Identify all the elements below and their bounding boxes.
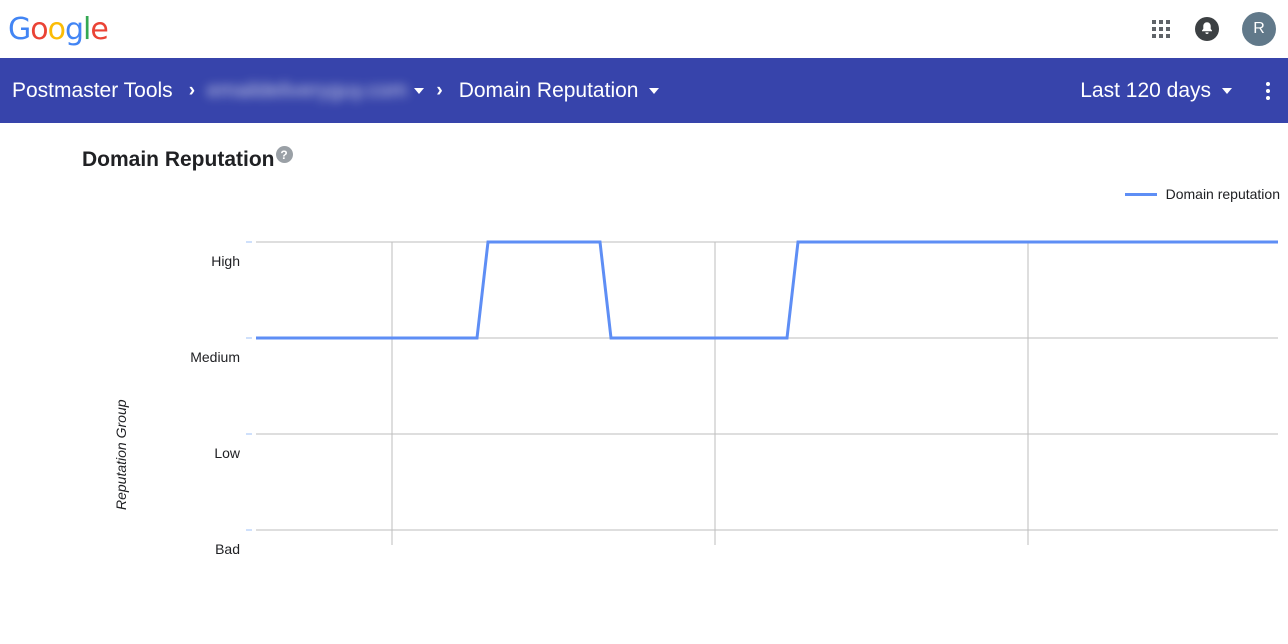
logo-letter-5: e	[90, 11, 108, 47]
chart-plot-svg	[246, 240, 1278, 545]
chevron-down-icon-domain	[414, 87, 425, 94]
kebab-dot	[1266, 88, 1270, 93]
logo-letter-0: G	[8, 11, 31, 47]
series-line-domain-reputation	[256, 240, 1278, 340]
date-range-label: Last 120 days	[1080, 78, 1211, 102]
avatar-initial: R	[1253, 20, 1265, 37]
breadcrumb-domain-selector[interactable]: emaildeliveryguy.com	[207, 78, 425, 103]
apps-dot	[1152, 27, 1156, 31]
chevron-down-icon-daterange	[1222, 87, 1232, 94]
header-actions: R	[1150, 0, 1276, 58]
domain-reputation-chart: Domain reputation Reputation Group High …	[0, 170, 1288, 590]
apps-dot	[1159, 20, 1163, 24]
apps-dot	[1166, 20, 1170, 24]
google-logo[interactable]: Google	[8, 11, 109, 47]
horizontal-gridlines	[256, 241, 1278, 531]
breadcrumb-navbar: Postmaster Tools › emaildeliveryguy.com …	[0, 58, 1288, 123]
apps-dot	[1166, 27, 1170, 31]
breadcrumb-section-label: Domain Reputation	[458, 78, 639, 102]
chevron-down-icon-section	[649, 87, 660, 94]
apps-dot	[1166, 34, 1170, 38]
kebab-dot	[1266, 81, 1270, 86]
date-range-selector[interactable]: Last 120 days	[1076, 79, 1232, 103]
bell-icon[interactable]	[1194, 16, 1220, 42]
breadcrumb-section-selector[interactable]: Domain Reputation	[455, 79, 660, 103]
breadcrumb-domain-label: emaildeliveryguy.com	[207, 78, 408, 102]
apps-grid-icon[interactable]	[1150, 18, 1172, 40]
kebab-dot	[1266, 95, 1270, 100]
chevron-right-icon-1: ›	[188, 79, 196, 101]
logo-letter-1: o	[30, 11, 48, 47]
navbar-right-actions: Last 120 days	[1076, 58, 1278, 123]
apps-dot	[1152, 34, 1156, 38]
apps-dot	[1159, 34, 1163, 38]
breadcrumb-product[interactable]: Postmaster Tools	[8, 79, 177, 103]
y-axis-ticks	[246, 241, 252, 531]
page-title-row: Domain Reputation ?	[82, 146, 1288, 171]
chevron-right-icon-2: ›	[436, 79, 443, 101]
logo-letter-3: g	[64, 11, 84, 47]
kebab-menu-icon[interactable]	[1258, 80, 1278, 102]
avatar[interactable]: R	[1242, 12, 1276, 46]
help-icon[interactable]: ?	[275, 146, 293, 163]
page-title: Domain Reputation	[82, 148, 275, 171]
apps-dot	[1152, 20, 1156, 24]
logo-letter-2: o	[47, 11, 66, 47]
google-header-bar: Google R	[0, 0, 1288, 58]
apps-dot	[1159, 27, 1163, 31]
vertical-gridlines	[391, 242, 1029, 545]
logo-letter-4: l	[83, 11, 91, 47]
